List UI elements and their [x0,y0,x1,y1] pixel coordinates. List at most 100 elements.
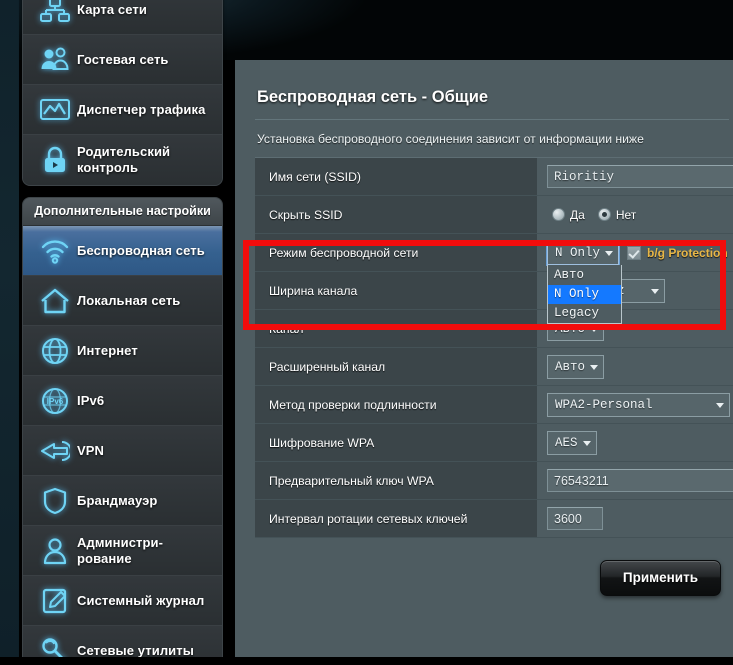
row-extension-channel: Расширенный канал Авто [255,348,733,386]
label-hide-ssid: Скрыть SSID [255,196,538,233]
channel-value: Авто [555,321,586,336]
wireless-settings-form: Имя сети (SSID) Скрыть SSID Да [255,157,733,538]
row-channel: Канал Авто [255,310,733,348]
sidebar-item-label: VPN [77,442,105,458]
traffic-manager-icon [33,93,77,127]
sidebar-item-label: IPv6 [77,392,105,408]
rotation-interval-input[interactable] [547,507,603,530]
wireless-mode-option-auto[interactable]: Авто [548,266,621,285]
page-description: Установка беспроводного соединения завис… [257,132,644,146]
panel-inner: Беспроводная сеть - Общие Установка бесп… [243,60,733,657]
sidebar-item-label: Брандмауэр [77,492,158,508]
bg-protection-checkbox[interactable]: b/g Protection [627,245,728,260]
sidebar-item-label: Интернет [77,342,138,358]
router-admin-screen: Карта сети Гостевая сеть Диспетчер трафи… [0,0,733,665]
sidebar-item-label: Системный журнал [77,592,205,608]
page-title: Беспроводная сеть - Общие [257,88,489,106]
wireless-mode-select[interactable]: N Only [547,240,620,265]
row-wpa-encryption: Шифрование WPA AES [255,424,733,462]
wireless-mode-selected-value: N Only [555,245,601,260]
ssid-input[interactable] [547,165,733,188]
row-auth-method: Метод проверки подлинности WPA2-Personal [255,386,733,424]
sidebar-item-guest-network[interactable]: Гостевая сеть [23,35,222,85]
sidebar: Карта сети Гостевая сеть Диспетчер трафи… [22,0,223,665]
label-channel: Канал [255,310,538,347]
hide-ssid-radio-group: Да Нет [547,208,636,222]
chevron-down-icon [651,288,659,294]
sidebar-item-parental-control[interactable]: Родительский контроль [23,135,222,185]
sidebar-group-advanced: Дополнительные настройки Беспроводная се… [22,197,223,665]
row-channel-width: Ширина канала z [255,272,733,310]
sidebar-item-traffic-manager[interactable]: Диспетчер трафика [23,85,222,135]
hide-ssid-radio-yes[interactable]: Да [552,208,585,222]
sidebar-group-main: Карта сети Гостевая сеть Диспетчер трафи… [22,0,223,186]
vpn-icon [33,434,77,468]
extension-channel-value: Авто [555,359,586,374]
radio-label-yes: Да [570,207,585,222]
label-wpa-key: Предварительный ключ WPA [255,462,538,499]
chevron-down-icon [716,402,724,408]
sidebar-item-label: Беспроводная сеть [77,242,205,258]
label-rotation-interval: Интервал ротации сетевых ключей [255,500,538,537]
sidebar-item-label: Локальная сеть [77,292,181,308]
value-auth-method: WPA2-Personal [538,386,733,423]
apply-button[interactable]: Применить [599,560,721,596]
row-wpa-key: Предварительный ключ WPA [255,462,733,500]
chevron-down-icon [582,440,591,446]
label-auth-method: Метод проверки подлинности [255,386,538,423]
shield-icon [33,484,77,518]
extension-channel-select[interactable]: Авто [547,354,605,379]
value-ssid [538,158,733,195]
value-wpa-encryption: AES [538,424,733,461]
checkbox-checked-icon [627,245,642,260]
sidebar-item-label: Администри- рование [77,534,164,566]
wireless-mode-option-legacy[interactable]: Legacy [548,304,621,323]
wireless-mode-dropdown: N Only Авто N Only Legacy [547,240,622,324]
sidebar-item-label: Родительский контроль [77,144,171,175]
svg-text:IPv6: IPv6 [47,397,64,406]
auth-method-value: WPA2-Personal [555,397,653,412]
sidebar-item-label: Диспетчер трафика [77,101,206,117]
sidebar-item-ipv6[interactable]: IPv6 IPv6 [23,376,222,426]
label-wpa-encryption: Шифрование WPA [255,424,538,461]
user-icon [33,534,77,568]
sidebar-item-system-log[interactable]: Системный журнал [23,576,222,626]
label-wireless-mode: Режим беспроводной сети [255,234,538,271]
sidebar-item-label: Карта сети [77,1,147,17]
sidebar-item-firewall[interactable]: Брандмауэр [23,476,222,526]
value-wireless-mode: N Only Авто N Only Legacy b/g Protection [538,234,733,324]
hide-ssid-radio-no[interactable]: Нет [597,208,636,222]
bottom-edge-strip [0,657,733,665]
auth-method-select[interactable]: WPA2-Personal [547,392,730,417]
wpa-key-input[interactable] [547,469,733,492]
label-channel-width: Ширина канала [255,272,538,309]
ipv6-icon: IPv6 [33,384,77,418]
sidebar-item-internet[interactable]: Интернет [23,326,222,376]
home-icon [33,284,77,318]
row-hide-ssid: Скрыть SSID Да Нет [255,196,733,234]
wpa-encryption-value: AES [555,435,578,450]
parental-control-icon [33,143,77,177]
globe-icon [33,334,77,368]
main-panel: Беспроводная сеть - Общие Установка бесп… [235,60,733,657]
sidebar-item-lan[interactable]: Локальная сеть [23,276,222,326]
chevron-down-icon [605,250,614,256]
apply-area: Применить [255,538,733,596]
value-extension-channel: Авто [538,348,733,385]
value-hide-ssid: Да Нет [538,196,733,233]
value-wpa-key [538,462,733,499]
wireless-mode-option-n-only[interactable]: N Only [548,284,621,304]
sidebar-item-vpn[interactable]: VPN [23,426,222,476]
sidebar-item-label: Гостевая сеть [77,51,169,67]
wireless-mode-option-list: Авто N Only Legacy [547,264,622,324]
radio-dot-no [597,208,611,221]
sidebar-item-network-map[interactable]: Карта сети [23,0,222,35]
sidebar-group-header: Дополнительные настройки [23,198,222,226]
sidebar-item-wireless[interactable]: Беспроводная сеть [23,226,222,276]
sidebar-item-administration[interactable]: Администри- рование [23,526,222,576]
row-rotation-interval: Интервал ротации сетевых ключей [255,500,733,538]
label-extension-channel: Расширенный канал [255,348,538,385]
wifi-icon [33,234,77,268]
wpa-encryption-select[interactable]: AES [547,430,597,455]
network-map-icon [33,0,77,27]
